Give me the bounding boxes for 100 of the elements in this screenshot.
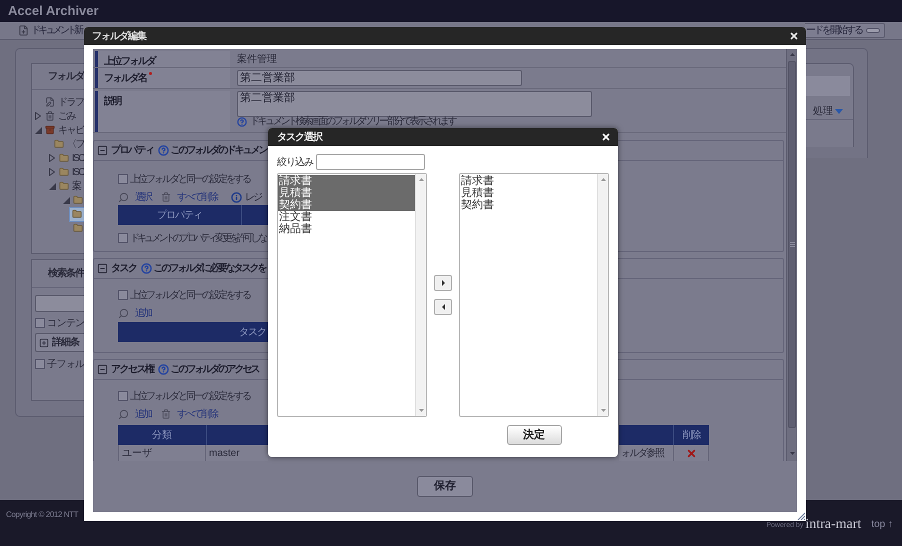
tree-item[interactable]: 案 <box>59 180 80 192</box>
table-header-cell: タスク <box>118 322 268 342</box>
section-title: プロパティ <box>111 143 154 158</box>
move-right-button[interactable] <box>434 275 452 291</box>
collapsed-triangle-icon[interactable] <box>35 112 41 120</box>
list-option[interactable]: 契約書 <box>460 199 597 211</box>
checkbox[interactable] <box>118 174 128 184</box>
folder-icon <box>59 181 69 191</box>
scroll-down-arrow-icon[interactable] <box>790 452 794 455</box>
tree-item[interactable] <box>73 222 83 234</box>
list-option[interactable]: 注文書 <box>278 211 415 223</box>
info-icon <box>231 192 242 202</box>
help-text: ドキュメント検索画面のフォルダツリー部分で表示されます <box>250 117 456 127</box>
action-link[interactable]: すべて削除 <box>177 406 217 422</box>
toolbar-button[interactable]: ードを開始する <box>805 23 885 38</box>
scroll-down-arrow-icon[interactable] <box>600 409 606 412</box>
panel-header-bar <box>806 76 850 96</box>
table-header-cell: 削除 <box>673 425 709 445</box>
table-cell: ォルダ参照 <box>619 445 673 461</box>
collapsed-triangle-icon[interactable] <box>48 168 55 176</box>
document-pen-icon <box>45 97 55 107</box>
table-cell: master <box>206 445 268 461</box>
folder-icon <box>58 153 69 163</box>
scrollbar[interactable] <box>786 49 797 461</box>
folder-icon <box>72 209 82 219</box>
tree-item[interactable]: ドラフ <box>45 96 84 108</box>
action-link[interactable]: すべて削除 <box>177 190 217 204</box>
trash-icon <box>161 192 171 202</box>
tree-item[interactable] <box>73 194 83 206</box>
table-header-cell <box>241 205 268 225</box>
action-link[interactable]: 追加 <box>135 406 151 422</box>
scroll-up-arrow-icon[interactable] <box>600 178 606 181</box>
close-icon[interactable] <box>789 31 799 41</box>
field-label: 上位フォルダ <box>104 54 155 69</box>
folder-icon <box>54 139 64 149</box>
list-option[interactable]: 見積書 <box>460 187 597 199</box>
list-option[interactable]: 納品書 <box>278 223 415 235</box>
tree-item[interactable]: キャビ <box>45 124 84 136</box>
collapse-icon[interactable] <box>97 263 108 274</box>
left-triangle-icon <box>442 304 444 310</box>
panel-title: 検索条件 <box>48 266 84 281</box>
tree-item[interactable]: ISC <box>58 166 84 178</box>
checkbox-label: ドキュメントのプロパティ変更を許可しな <box>130 232 265 246</box>
save-button[interactable]: 保存 <box>417 476 473 497</box>
search-field[interactable] <box>35 295 86 312</box>
move-left-button[interactable] <box>434 299 452 315</box>
tree-item[interactable]: ISC <box>58 152 84 164</box>
field-value: 案件管理 <box>237 52 277 66</box>
new-document-icon <box>18 25 29 36</box>
scroll-thumb[interactable] <box>788 61 796 428</box>
checkbox[interactable] <box>35 318 45 328</box>
textarea-field[interactable]: 第二営業部 <box>237 91 592 117</box>
collapsed-triangle-icon[interactable] <box>48 154 55 162</box>
list-option[interactable]: 契約書 <box>278 199 415 211</box>
action-link[interactable]: 追加 <box>135 306 151 320</box>
resize-grip-icon[interactable] <box>797 512 805 520</box>
dialog-title: タスク選択 <box>277 130 322 144</box>
section-title: アクセス権 <box>111 362 154 377</box>
section-description: このフォルダに必要なタスクを <box>154 262 266 276</box>
action-link[interactable]: レジ <box>245 190 261 204</box>
checkbox[interactable] <box>118 233 128 243</box>
checkbox[interactable] <box>118 391 128 401</box>
copyright-text: Copyright © 2012 NTT <box>5 509 78 521</box>
delete-icon[interactable] <box>686 448 696 458</box>
field-label: 説明 <box>104 94 121 109</box>
scroll-up-arrow-icon[interactable] <box>418 178 424 181</box>
process-menu[interactable]: 処理 <box>813 104 843 119</box>
scroll-up-arrow-icon[interactable] <box>790 53 794 56</box>
section-description: このフォルダのドキュメン <box>170 144 266 158</box>
help-icon <box>237 117 247 127</box>
table-header-cell: プロパティ <box>118 205 241 225</box>
tree-item[interactable]: ごみ <box>45 110 75 122</box>
table-header-cell <box>619 425 673 445</box>
action-link[interactable]: 選択 <box>135 190 151 204</box>
list-option[interactable]: 請求書 <box>278 175 415 187</box>
expanded-triangle-icon[interactable] <box>48 182 56 190</box>
help-icon <box>140 263 152 274</box>
tree-item[interactable]: 〈フ <box>54 138 84 150</box>
section-title: タスク <box>111 262 136 276</box>
tree-item[interactable] <box>70 208 84 220</box>
list-option[interactable]: 見積書 <box>278 187 415 199</box>
top-link[interactable]: top ↑ <box>871 517 893 532</box>
collapse-icon[interactable] <box>97 145 108 156</box>
input-field[interactable]: 第二営業部 <box>237 70 522 86</box>
filter-input[interactable] <box>316 154 425 170</box>
list-option[interactable]: 請求書 <box>460 175 597 187</box>
expanded-triangle-icon[interactable] <box>62 196 70 204</box>
confirm-button[interactable]: 決定 <box>506 425 562 445</box>
search-icon <box>118 192 129 202</box>
brand-logo: intra-mart <box>805 518 862 532</box>
checkbox-label: 上位フォルダと同一の設定をする <box>130 288 250 302</box>
scroll-down-arrow-icon[interactable] <box>418 409 424 412</box>
detail-conditions-button[interactable]: 詳細条 <box>35 333 86 352</box>
checkbox[interactable] <box>35 359 45 369</box>
table-header-cell <box>206 425 268 445</box>
toolbar-button[interactable]: ドキュメント新 <box>0 23 82 38</box>
folder-icon <box>73 223 83 233</box>
expanded-triangle-icon[interactable] <box>34 126 42 134</box>
collapse-icon[interactable] <box>97 364 108 375</box>
checkbox[interactable] <box>118 290 128 300</box>
